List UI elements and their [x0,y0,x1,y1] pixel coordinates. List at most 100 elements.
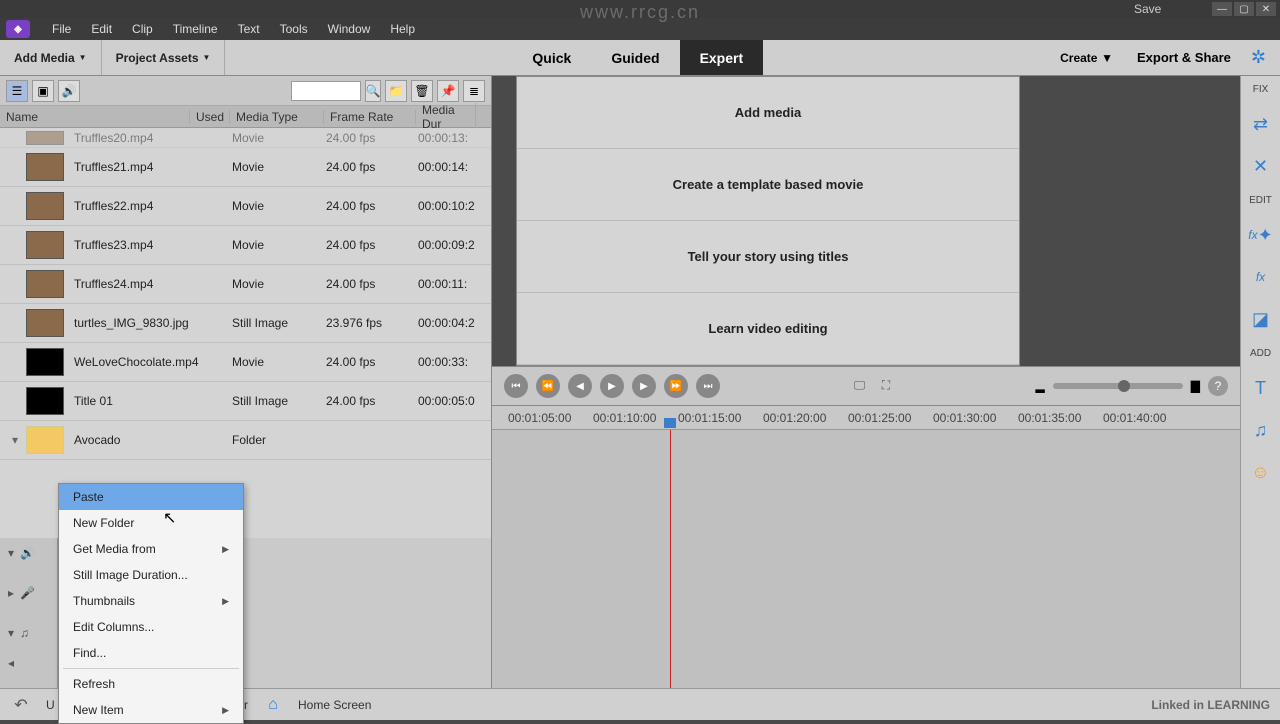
graphics-icon[interactable]: ☺ [1248,459,1274,485]
fast-fwd-button[interactable]: ⏩ [664,374,688,398]
menu-help[interactable]: Help [380,22,425,36]
help-icon[interactable]: ? [1208,376,1228,396]
step-fwd-button[interactable]: ▶ [632,374,656,398]
ctx-new-folder[interactable]: New Folder [59,510,243,536]
undo-icon[interactable]: ↶ [10,694,32,716]
ctx-edit-columns[interactable]: Edit Columns... [59,614,243,640]
music-icon[interactable]: ♫ [20,626,29,640]
play-button[interactable]: ▶ [600,374,624,398]
zoom-knob[interactable] [1118,380,1130,392]
trash-icon[interactable]: 🗑 [411,80,433,102]
minimize-button[interactable]: — [1212,2,1232,16]
asset-dur: 00:00:04:2 [418,316,488,330]
image-view-icon[interactable]: ▣ [32,80,54,102]
asset-row[interactable]: Truffles23.mp4Movie24.00 fps00:00:09:2 [0,226,491,265]
col-type[interactable]: Media Type [230,110,324,124]
effects-icon[interactable]: fx✦ [1248,222,1274,248]
transitions-icon[interactable]: ◪ [1248,306,1274,332]
mic-icon[interactable]: 🎤 [20,586,35,600]
goto-end-button[interactable]: ⏭ [696,374,720,398]
asset-row[interactable]: Truffles20.mp4Movie24.00 fps00:00:13: [0,128,491,148]
ctx-thumbnails[interactable]: Thumbnails▶ [59,588,243,614]
export-share-button[interactable]: Export & Share [1127,50,1241,65]
rewind-button[interactable]: ⏪ [536,374,560,398]
titles-icon[interactable]: T [1248,375,1274,401]
welcome-titles[interactable]: Tell your story using titles [517,221,1019,293]
fullscreen-icon[interactable]: ⛶ [882,378,902,394]
maximize-button[interactable]: ▢ [1234,2,1254,16]
expand-icon[interactable]: ▸ [8,586,14,600]
ctx-paste[interactable]: Paste [59,484,243,510]
col-name[interactable]: Name [0,110,190,124]
col-used[interactable]: Used [190,110,230,124]
search-icon[interactable]: 🔍 [365,80,381,102]
menu-edit[interactable]: Edit [81,22,122,36]
collapse-icon[interactable]: ▾ [8,626,14,640]
asset-type: Movie [232,277,326,291]
thumb-icon [26,270,64,298]
menu-tools[interactable]: Tools [270,22,318,36]
search-input[interactable] [291,81,361,101]
ctx-refresh[interactable]: Refresh [59,671,243,697]
col-dur[interactable]: Media Dur [416,103,476,131]
asset-row[interactable]: turtles_IMG_9830.jpgStill Image23.976 fp… [0,304,491,343]
asset-name: Avocado [74,433,192,447]
music-icon[interactable]: ♫ [1248,417,1274,443]
asset-row[interactable]: Title 01Still Image24.00 fps00:00:05:0 [0,382,491,421]
expand-icon[interactable]: ▾ [12,433,18,447]
list-view-icon[interactable]: ☰ [6,80,28,102]
collapse-icon[interactable]: ▾ [8,546,14,560]
tools-icon[interactable]: ✕ [1248,153,1274,179]
ctx-still-duration[interactable]: Still Image Duration... [59,562,243,588]
col-rate[interactable]: Frame Rate [324,110,416,124]
asset-row[interactable]: Truffles24.mp4Movie24.00 fps00:00:11: [0,265,491,304]
welcome-learn[interactable]: Learn video editing [517,293,1019,365]
timeline-ruler[interactable]: 00:01:05:00 00:01:10:00 00:01:15:00 00:0… [492,406,1240,430]
add-media-button[interactable]: Add Media▼ [0,40,102,75]
ctx-find[interactable]: Find... [59,640,243,666]
menu-timeline[interactable]: Timeline [163,22,228,36]
timeline-tracks[interactable] [492,430,1240,688]
asset-row-folder[interactable]: ▾AvocadoFolder [0,421,491,460]
panel-menu-icon[interactable]: ≣ [463,80,485,102]
thumb-icon [26,192,64,220]
pin-icon[interactable]: 📌 [437,80,459,102]
save-label[interactable]: Save [1134,2,1161,16]
welcome-add-media[interactable]: Add media [517,77,1019,149]
folder-icon[interactable]: 📁 [385,80,407,102]
ctx-new-item[interactable]: New Item▶ [59,697,243,723]
zoom-slider[interactable] [1053,383,1183,389]
monitor-icon[interactable]: 🖵 [854,378,874,394]
tab-expert[interactable]: Expert [680,40,764,75]
close-button[interactable]: ✕ [1256,2,1276,16]
home-icon[interactable]: ⌂ [262,694,284,716]
zoom-out-icon[interactable]: ▂ [1036,379,1045,393]
goto-start-button[interactable]: ⏮ [504,374,528,398]
gear-icon[interactable]: ✲ [1245,47,1272,68]
step-back-button[interactable]: ◀ [568,374,592,398]
asset-name: WeLoveChocolate.mp4 [74,355,192,369]
speaker-icon[interactable]: 🔊 [20,546,35,560]
home-screen-label[interactable]: Home Screen [298,698,371,712]
asset-dur: 00:00:33: [418,355,488,369]
fx-icon[interactable]: fx [1248,264,1274,290]
playhead-icon[interactable] [664,418,676,428]
tab-quick[interactable]: Quick [512,40,591,75]
menu-text[interactable]: Text [228,22,270,36]
audio-icon[interactable]: 🔊 [58,80,80,102]
adjust-icon[interactable]: ⇄ [1248,111,1274,137]
menu-clip[interactable]: Clip [122,22,163,36]
ctx-get-media[interactable]: Get Media from▶ [59,536,243,562]
project-assets-button[interactable]: Project Assets▼ [102,40,226,75]
welcome-template[interactable]: Create a template based movie [517,149,1019,221]
asset-row[interactable]: Truffles22.mp4Movie24.00 fps00:00:10:2 [0,187,491,226]
tab-guided[interactable]: Guided [591,40,679,75]
asset-row[interactable]: Truffles21.mp4Movie24.00 fps00:00:14: [0,148,491,187]
zoom-in-icon[interactable]: ▇ [1191,379,1200,393]
asset-row[interactable]: WeLoveChocolate.mp4Movie24.00 fps00:00:3… [0,343,491,382]
menu-file[interactable]: File [42,22,81,36]
create-button[interactable]: Create ▼ [1050,50,1123,65]
asset-type: Movie [232,355,326,369]
menu-window[interactable]: Window [318,22,381,36]
scroll-left-icon[interactable]: ◂ [8,656,14,670]
